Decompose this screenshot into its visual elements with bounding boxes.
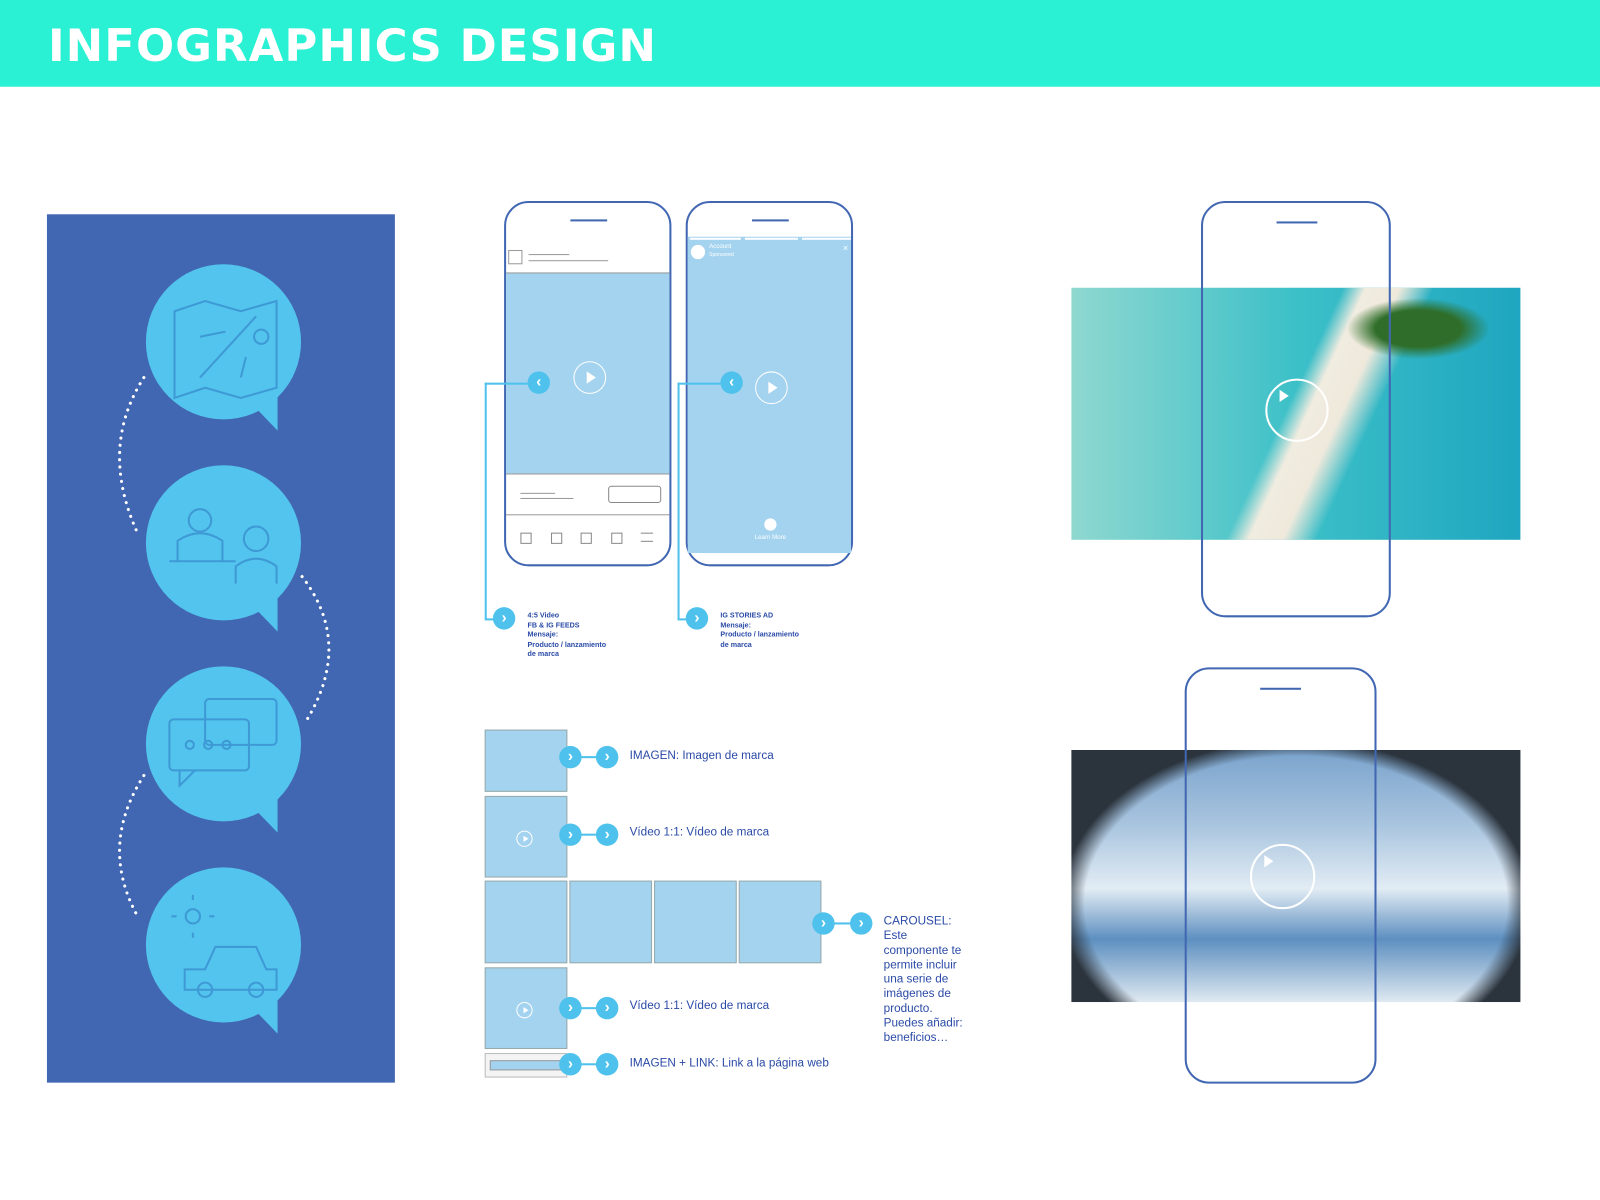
chevron-right-icon: › <box>595 823 619 846</box>
video-label: Vídeo 1:1: Vídeo de marca <box>629 999 770 1013</box>
sponsored-label: Sponsored <box>709 252 734 259</box>
avatar-placeholder <box>508 249 523 265</box>
bubble-travel <box>145 264 302 431</box>
play-icon[interactable] <box>1265 378 1329 442</box>
bubble-flow <box>118 264 331 1034</box>
chevron-right-icon: › <box>595 996 619 1020</box>
video-tile <box>484 795 568 878</box>
stories-caption: IG STORIES AD Mensaje: Producto / lanzamie… <box>720 612 799 649</box>
carousel-tile <box>654 880 737 964</box>
carousel-tile <box>738 880 822 964</box>
chevron-right-icon: › <box>849 912 873 935</box>
cta-button[interactable] <box>608 485 662 504</box>
imagen-label: IMAGEN: Imagen de marca <box>629 749 774 763</box>
chevron-right-icon: › <box>595 745 619 769</box>
account-avatar <box>690 244 706 260</box>
story-area: Account Sponsored × Learn More <box>687 236 852 554</box>
chevron-right-icon: › <box>595 1053 619 1076</box>
chevron-right-icon: › <box>492 607 516 630</box>
feed-caption: 4:5 Video FB & IG FEEDS Mensaje: Producto /… <box>527 612 607 659</box>
swipe-up-icon[interactable] <box>764 518 777 531</box>
bottom-nav <box>520 532 654 545</box>
carousel-description: CAROUSEL: Este componente te permite inclui… <box>883 915 963 1045</box>
learn-more-link[interactable]: Learn More <box>744 535 797 541</box>
link-label: IMAGEN + LINK: Link a la página web <box>629 1057 829 1070</box>
close-icon[interactable]: × <box>843 243 848 253</box>
account-name: Account <box>709 243 732 250</box>
play-icon[interactable] <box>755 371 788 405</box>
phone-frame <box>1201 201 1391 618</box>
phone-frame <box>1184 667 1377 1084</box>
bubble-car <box>145 867 302 1034</box>
image-tile <box>484 729 568 792</box>
carousel-tile <box>484 880 568 964</box>
speaker <box>570 219 608 222</box>
chevron-right-icon: › <box>685 607 709 630</box>
chevron-left-icon[interactable]: ‹ <box>527 371 550 394</box>
page-title: INFOGRAPHICS DESIGN <box>47 20 657 73</box>
link-tile <box>484 1053 568 1078</box>
play-icon[interactable] <box>573 361 607 394</box>
icon-panel <box>46 214 395 1083</box>
play-icon[interactable] <box>1249 843 1316 910</box>
carousel-tile <box>569 880 653 964</box>
chevron-left-icon[interactable]: ‹ <box>720 371 743 394</box>
video-tile <box>484 967 568 1049</box>
video-label: Vídeo 1:1: Vídeo de marca <box>629 826 770 839</box>
